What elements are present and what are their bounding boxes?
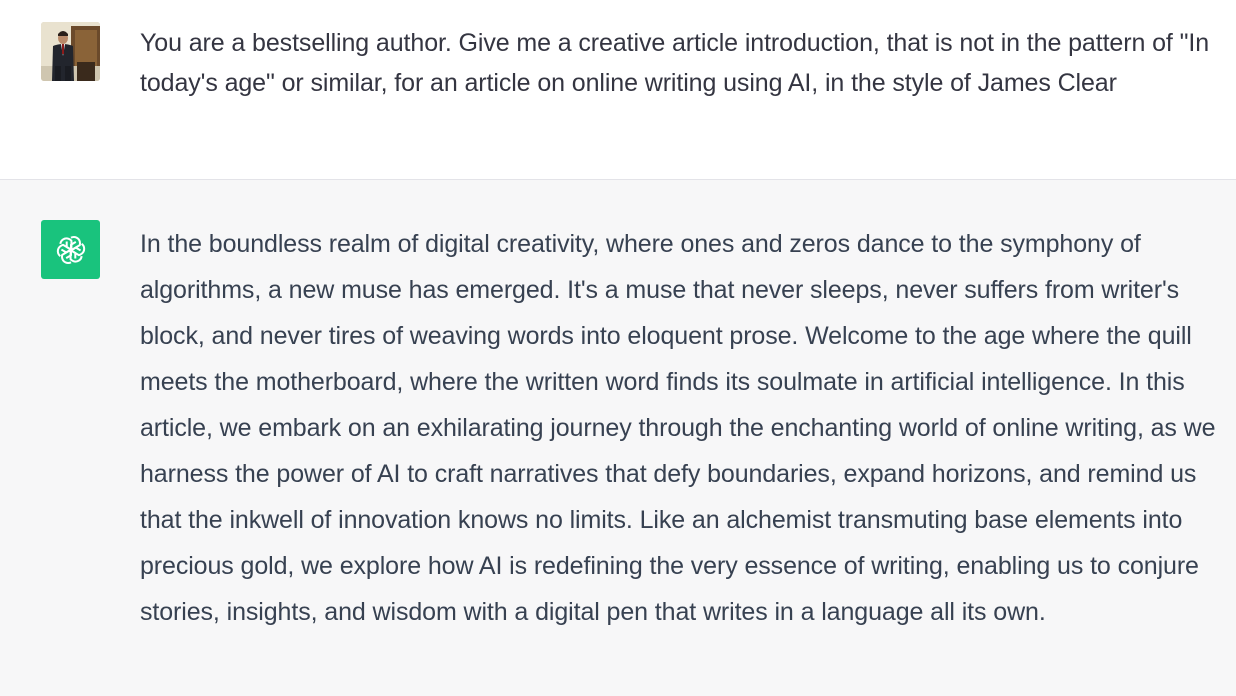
user-photo-avatar-icon	[41, 22, 100, 81]
user-avatar	[41, 22, 100, 81]
assistant-message-text: In the boundless realm of digital creati…	[140, 230, 1216, 626]
user-message-text: You are a bestselling author. Give me a …	[140, 29, 1210, 97]
assistant-message-row: In the boundless realm of digital creati…	[0, 180, 1236, 696]
assistant-avatar	[41, 220, 100, 279]
openai-logo-icon	[56, 235, 85, 264]
user-message-row: You are a bestselling author. Give me a …	[0, 0, 1236, 180]
chat-thread: You are a bestselling author. Give me a …	[0, 0, 1236, 696]
